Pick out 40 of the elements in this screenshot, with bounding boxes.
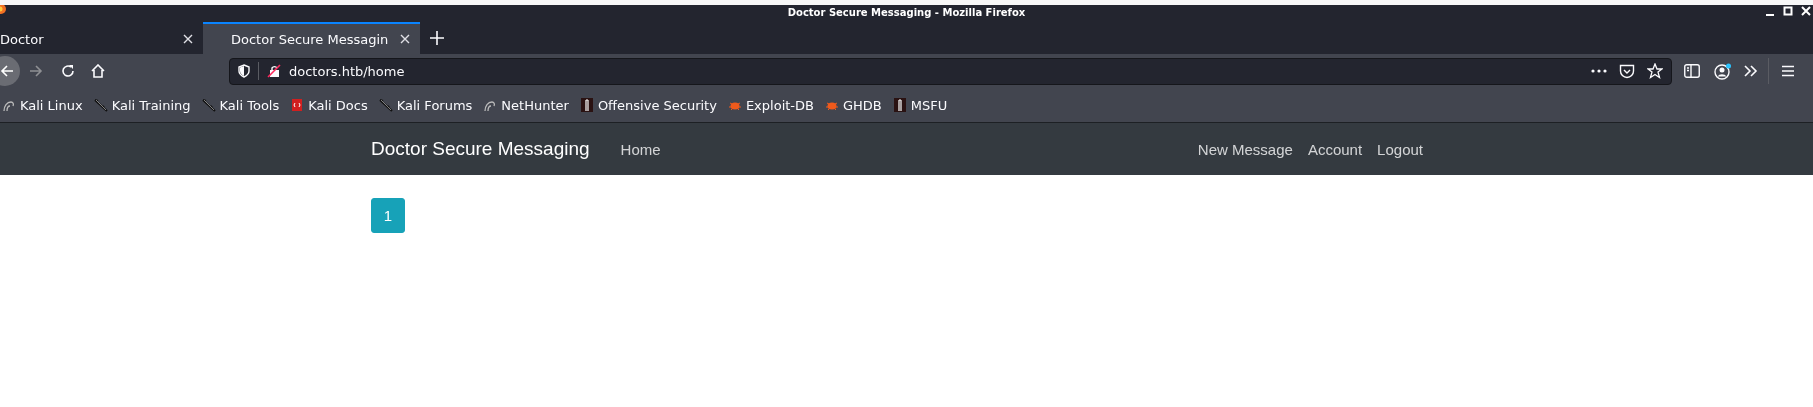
address-field[interactable]: doctors.htb/home	[229, 57, 1672, 85]
back-arrow-icon	[0, 65, 14, 77]
browser-tab[interactable]: Doctor Secure Messagin	[203, 22, 420, 54]
close-icon[interactable]	[1801, 6, 1811, 18]
close-tab-icon[interactable]	[183, 34, 193, 44]
shield-icon[interactable]	[238, 64, 250, 78]
nav-link[interactable]: Home	[620, 140, 661, 158]
bookmark-link[interactable]: MSFU	[892, 97, 948, 113]
bookmark-link[interactable]: Kali Linux	[2, 97, 83, 113]
window-title: Doctor Secure Messaging - Mozilla Firefox	[787, 6, 1026, 20]
bookmark-link[interactable]: Kali Forums	[378, 97, 473, 113]
nav-link[interactable]: New Message	[1197, 140, 1293, 158]
account-icon[interactable]	[1714, 62, 1732, 80]
nav-link[interactable]: Account	[1307, 140, 1363, 158]
close-tab-icon[interactable]	[400, 34, 410, 44]
bookmark-link[interactable]: Offensive Security	[579, 97, 717, 113]
bookmark-link[interactable]: Kali Tools	[201, 97, 280, 113]
forward-icon[interactable]	[29, 65, 43, 77]
bookmark-link[interactable]: Exploit-DB	[727, 97, 814, 113]
bookmark-link[interactable]: GHDB	[824, 97, 882, 113]
more-icon[interactable]	[1591, 68, 1607, 74]
nav-link[interactable]: Logout	[1377, 140, 1423, 158]
insecure-lock-icon[interactable]	[267, 64, 281, 78]
bookmark-link[interactable]: Kali Docs	[290, 97, 368, 113]
pocket-icon[interactable]	[1619, 63, 1635, 79]
bookmark-link[interactable]: NetHunter	[483, 97, 569, 113]
browser-tab[interactable]: Doctor	[0, 22, 203, 54]
menu-icon[interactable]	[1781, 65, 1795, 77]
new-tab-icon[interactable]	[430, 31, 444, 45]
bookmark-link[interactable]: Kali Training	[93, 97, 191, 113]
chevron-icon[interactable]	[1744, 65, 1758, 77]
home-icon[interactable]	[91, 64, 105, 78]
document-icon	[290, 98, 305, 112]
maximize-icon[interactable]	[1783, 6, 1793, 18]
site-brand[interactable]: Doctor Secure Messaging	[371, 138, 590, 160]
url-text: doctors.htb/home	[289, 63, 406, 79]
reload-icon[interactable]	[61, 64, 75, 78]
sidebar-icon[interactable]	[1684, 64, 1700, 78]
star-icon[interactable]	[1647, 63, 1663, 79]
browser-logo-icon	[0, 5, 7, 15]
